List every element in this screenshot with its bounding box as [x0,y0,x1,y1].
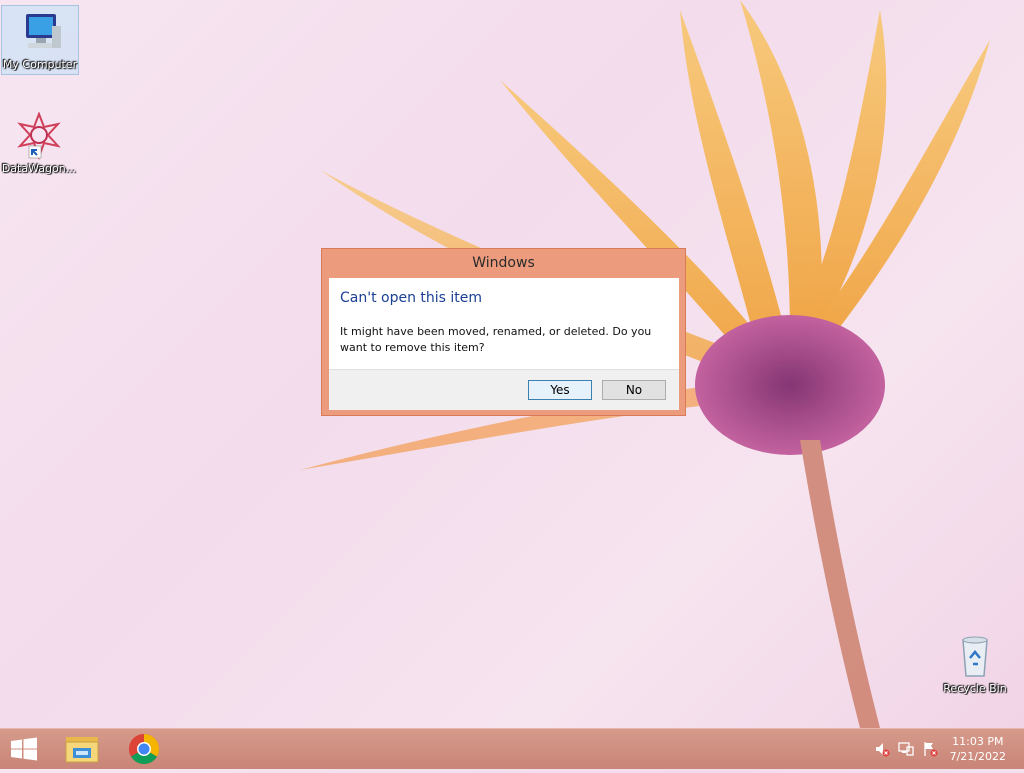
desktop-icon-label: Recycle Bin [943,682,1007,695]
start-button[interactable] [0,729,48,769]
clock-date: 7/21/2022 [949,750,1006,763]
dialog-title[interactable]: Windows [322,249,685,277]
windows-logo-icon [11,737,37,761]
dialog-button-bar: Yes No [329,369,679,410]
dialog-body: Can't open this item It might have been … [329,278,679,410]
no-button[interactable]: No [602,380,666,400]
message-dialog: Windows Can't open this item It might ha… [321,248,686,416]
volume-muted-icon[interactable] [874,741,890,757]
chrome-icon [128,734,160,765]
desktop-icon-recycle-bin[interactable]: Recycle Bin [937,630,1013,698]
taskbar-chrome[interactable] [122,729,166,769]
clock-time: 11:03 PM [952,735,1004,748]
recycle-bin-icon [962,636,988,677]
taskbar-file-explorer[interactable] [60,729,104,769]
computer-icon [26,14,61,48]
file-explorer-icon [65,737,99,763]
desktop[interactable]: My Computer DataWagon... Recycle Bin Win… [0,0,1024,728]
taskbar: 11:03 PM 7/21/2022 [0,728,1024,769]
desktop-icon-my-computer[interactable]: My Computer [1,5,79,75]
dialog-heading: Can't open this item [340,290,483,306]
dialog-message: It might have been moved, renamed, or de… [340,325,652,354]
desktop-icon-datawagon[interactable]: DataWagon... [1,110,77,178]
datawagon-shortcut-icon [17,112,61,160]
system-clock[interactable]: 11:03 PM 7/21/2022 [950,734,1006,764]
network-icon[interactable] [898,741,914,757]
desktop-icon-label: My Computer [2,58,78,71]
yes-button[interactable]: Yes [528,380,592,400]
desktop-icon-label: DataWagon... [1,162,77,175]
action-center-icon[interactable] [922,741,938,757]
